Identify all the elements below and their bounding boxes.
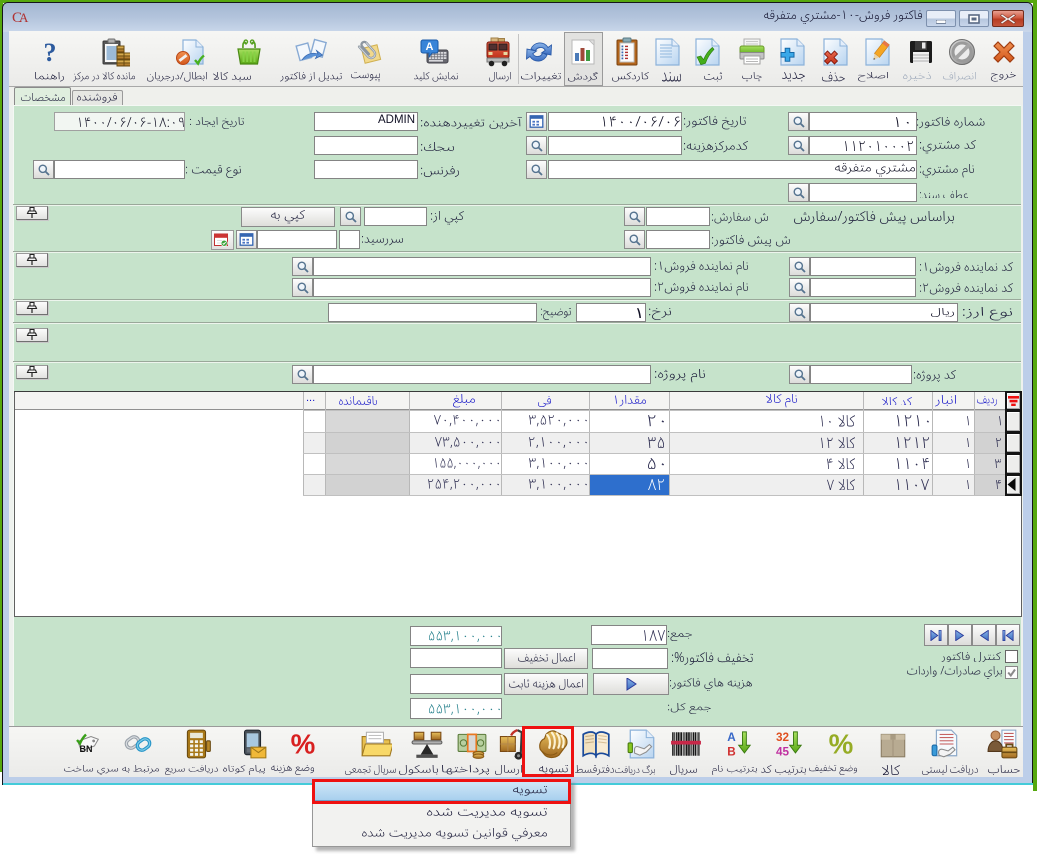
svg-text:45: 45: [776, 746, 790, 759]
svg-text:BN: BN: [80, 744, 93, 754]
svg-text:%: %: [828, 729, 853, 760]
svg-text:?: ?: [44, 38, 57, 67]
svg-text:B: B: [727, 746, 735, 759]
svg-text:A: A: [425, 41, 433, 53]
svg-text:%: %: [290, 729, 315, 760]
svg-text:32: 32: [776, 731, 790, 744]
svg-text:A: A: [727, 731, 736, 744]
